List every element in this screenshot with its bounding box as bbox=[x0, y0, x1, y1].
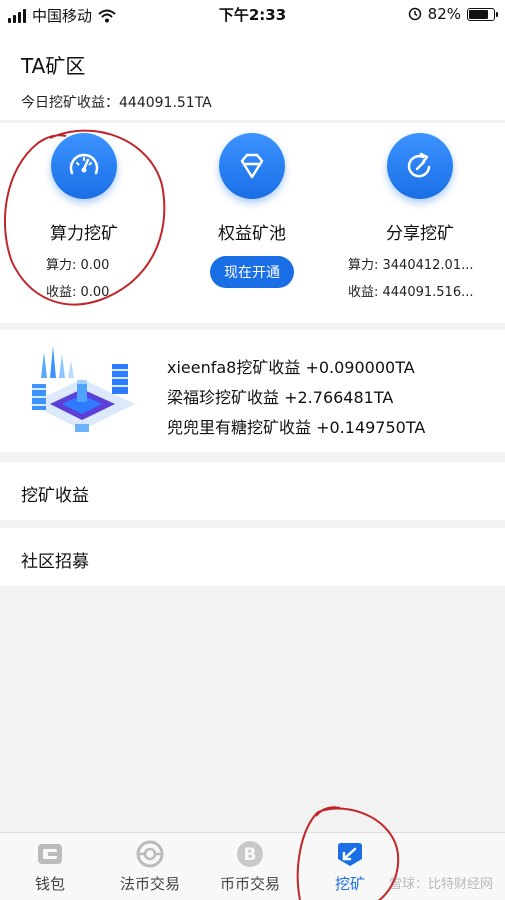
gauge-icon[interactable] bbox=[51, 133, 117, 199]
battery-icon bbox=[467, 7, 498, 21]
tab-coin-trading-label: 币币交易 bbox=[219, 875, 280, 893]
status-bar: 中国移动 下午2:33 82% bbox=[0, 0, 505, 30]
community-recruit-row[interactable]: 社区招募 bbox=[0, 528, 505, 586]
community-recruit-label: 社区招募 bbox=[21, 552, 89, 572]
hashpower-mining[interactable]: 算力挖矿 算力: 0.00 收益: 0.00 bbox=[0, 133, 168, 300]
equity-pool-title: 权益矿池 bbox=[218, 224, 286, 244]
tab-coin-trading[interactable]: B 币币交易 bbox=[200, 839, 300, 894]
tab-fiat-trading-label: 法币交易 bbox=[119, 875, 180, 893]
fiat-exchange-icon[interactable] bbox=[135, 839, 165, 869]
feed-list: xieenfa8挖矿收益 +0.090000TA 梁福珍挖矿收益 +2.7664… bbox=[167, 354, 425, 444]
tab-fiat-trading[interactable]: 法币交易 bbox=[100, 839, 200, 894]
tab-wallet-label: 钱包 bbox=[34, 875, 65, 893]
share-mining[interactable]: 分享挖矿 算力: 3440412.01... 收益: 444091.516... bbox=[336, 133, 504, 300]
equity-pool[interactable]: 权益矿池 现在开通 bbox=[168, 133, 336, 288]
diamond-icon[interactable] bbox=[219, 133, 285, 199]
feed-item: 兜兜里有糖挖矿收益 +0.149750TA bbox=[167, 418, 426, 437]
hashpower-value: 算力: 0.00 bbox=[46, 258, 110, 273]
tab-mining[interactable]: 挖矿 bbox=[300, 839, 400, 894]
watermark: 雪球：比特财经网 bbox=[388, 877, 493, 892]
tab-mining-label: 挖矿 bbox=[334, 875, 365, 893]
bitcoin-icon[interactable]: B bbox=[235, 839, 265, 869]
today-earnings-label: 今日挖矿收益： bbox=[21, 95, 119, 111]
share-hashpower-value: 算力: 3440412.01... bbox=[348, 258, 474, 273]
mining-server-illustration bbox=[30, 346, 135, 432]
feed-item: 梁福珍挖矿收益 +2.766481TA bbox=[167, 388, 394, 407]
share-arrow-icon[interactable] bbox=[387, 133, 453, 199]
wallet-icon[interactable] bbox=[35, 839, 65, 869]
mining-icon[interactable] bbox=[335, 839, 365, 869]
feed-item: xieenfa8挖矿收益 +0.090000TA bbox=[167, 358, 415, 377]
share-mining-title: 分享挖矿 bbox=[386, 224, 454, 244]
share-earnings: 收益: 444091.516... bbox=[348, 285, 474, 300]
today-earnings-value: 444091.51TA bbox=[119, 95, 212, 111]
status-right: 82% bbox=[408, 5, 498, 23]
today-earnings: 今日挖矿收益：444091.51TA bbox=[21, 92, 212, 112]
alarm-icon bbox=[408, 7, 421, 21]
page-title: TA矿区 bbox=[21, 54, 86, 78]
open-now-button[interactable]: 现在开通 bbox=[210, 256, 294, 288]
svg-text:B: B bbox=[244, 845, 257, 865]
mining-earnings-row[interactable]: 挖矿收益 bbox=[0, 462, 505, 520]
tab-wallet[interactable]: 钱包 bbox=[0, 839, 100, 894]
annotation-circle-mining-tab-inner bbox=[315, 806, 341, 817]
battery-percent: 82% bbox=[427, 5, 461, 23]
battery-level bbox=[469, 9, 488, 19]
mining-options-card: 算力挖矿 算力: 0.00 收益: 0.00 权益矿池 现在开通 分享挖矿 算力… bbox=[0, 123, 505, 323]
earnings-feed: xieenfa8挖矿收益 +0.090000TA 梁福珍挖矿收益 +2.7664… bbox=[0, 330, 505, 452]
page-header: TA矿区 今日挖矿收益：444091.51TA bbox=[0, 30, 505, 120]
hashpower-earnings: 收益: 0.00 bbox=[46, 285, 110, 300]
bottom-tab-bar: 钱包 法币交易 B 币币交易 挖矿 雪球：比特财经网 bbox=[0, 832, 505, 900]
mining-earnings-label: 挖矿收益 bbox=[21, 486, 89, 506]
hashpower-mining-title: 算力挖矿 bbox=[50, 224, 118, 244]
